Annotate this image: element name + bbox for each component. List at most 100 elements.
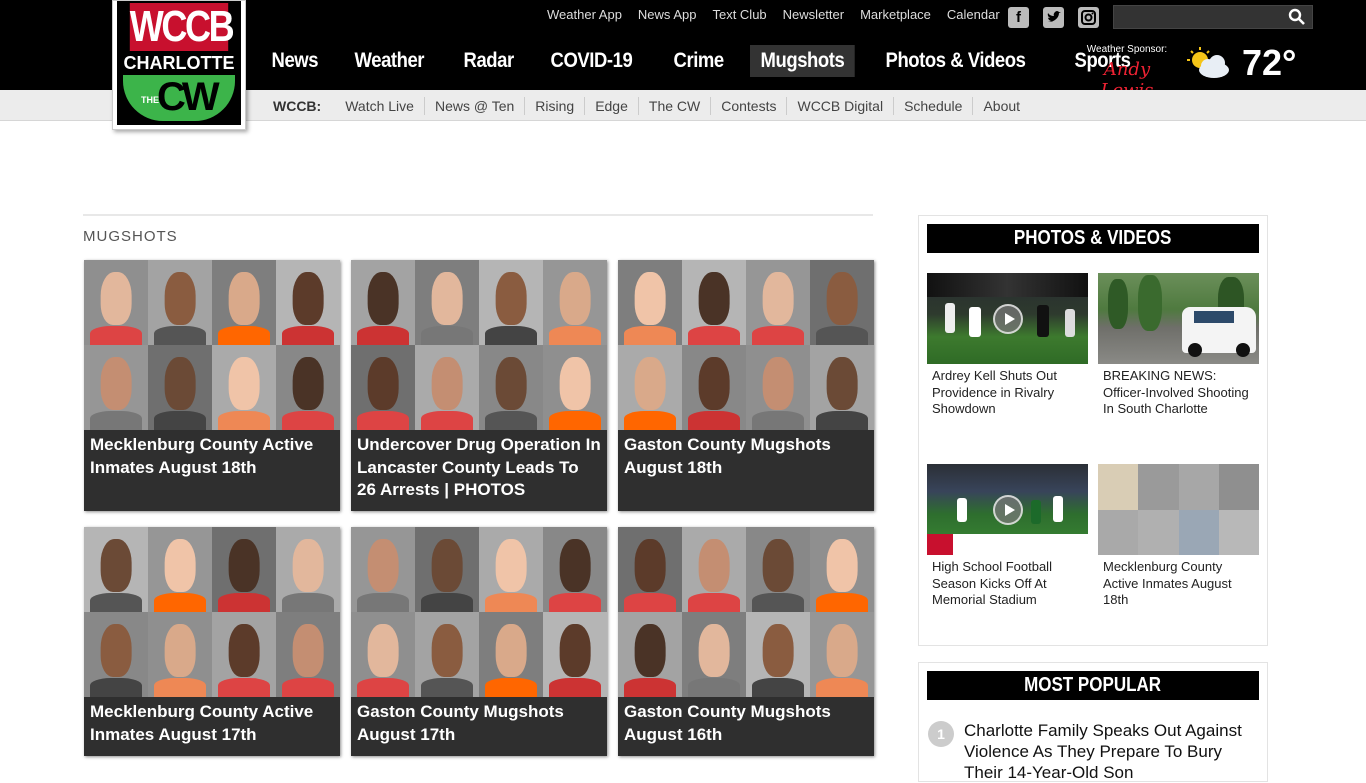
utility-link-weather-app[interactable]: Weather App — [547, 7, 622, 22]
mugshot-photo — [479, 345, 543, 430]
article-title[interactable]: Gaston County Mugshots August 18th — [624, 434, 868, 479]
subnav-about[interactable]: About — [973, 97, 1030, 115]
utility-link-news-app[interactable]: News App — [638, 7, 697, 22]
article-title[interactable]: Undercover Drug Operation In Lancaster C… — [357, 434, 601, 502]
mugshot-photo — [351, 612, 415, 697]
section-title: MUGSHOTS — [83, 228, 178, 245]
article-title[interactable]: Gaston County Mugshots August 16th — [624, 701, 868, 746]
play-icon[interactable] — [992, 303, 1023, 334]
logo-city-text: CHARLOTTE — [123, 53, 235, 73]
subnav-edge[interactable]: Edge — [585, 96, 639, 115]
nav-covid-19[interactable]: COVID-19 — [540, 45, 643, 77]
mugshot-photo — [810, 527, 874, 612]
nav-mugshots[interactable]: Mugshots — [749, 45, 855, 77]
video-caption[interactable]: Ardrey Kell Shuts Out Providence in Riva… — [927, 368, 1088, 418]
mugshot-collage — [351, 527, 607, 697]
subnav-contests[interactable]: Contests — [711, 96, 788, 115]
video-item[interactable]: High School Football Season Kicks Off At… — [927, 464, 1088, 609]
mugshot-photo — [276, 260, 340, 345]
mugshot-photo — [682, 527, 746, 612]
search-icon[interactable] — [1288, 8, 1306, 26]
section-divider — [83, 214, 873, 216]
secondary-nav-brand: WCCB: — [273, 97, 322, 114]
mugshot-photo — [148, 260, 212, 345]
instagram-icon[interactable] — [1078, 7, 1099, 28]
mugshot-collage — [618, 527, 874, 697]
twitter-icon[interactable] — [1043, 7, 1064, 28]
video-thumbnail[interactable] — [927, 273, 1088, 364]
nav-radar[interactable]: Radar — [453, 45, 524, 77]
article-card[interactable]: Mecklenburg County Active Inmates August… — [84, 260, 340, 511]
play-icon[interactable] — [992, 494, 1023, 525]
article-card[interactable]: Gaston County Mugshots August 17th — [351, 527, 607, 756]
mugshot-photo — [276, 612, 340, 697]
video-caption[interactable]: High School Football Season Kicks Off At… — [927, 559, 1088, 609]
utility-links: Weather App News App Text Club Newslette… — [547, 7, 1000, 22]
mugshot-photo — [543, 260, 607, 345]
temperature[interactable]: 72° — [1242, 42, 1296, 84]
mugshot-photo — [212, 612, 276, 697]
subnav-news-at-ten[interactable]: News @ Ten — [425, 96, 526, 115]
utility-link-newsletter[interactable]: Newsletter — [783, 7, 844, 22]
logo-wccb-text: WCCB — [129, 2, 235, 51]
mugshot-collage — [618, 260, 874, 430]
partly-cloudy-icon[interactable] — [1186, 46, 1232, 80]
utility-link-marketplace[interactable]: Marketplace — [860, 7, 931, 22]
mugshot-photo — [746, 260, 810, 345]
mugshot-photo — [415, 612, 479, 697]
rank-badge: 1 — [928, 721, 954, 747]
facebook-icon[interactable]: f — [1008, 7, 1029, 28]
article-title[interactable]: Mecklenburg County Active Inmates August… — [90, 434, 334, 479]
mugshot-photo — [148, 527, 212, 612]
mugshot-photo — [618, 260, 682, 345]
nav-weather[interactable]: Weather — [344, 45, 435, 77]
subnav-rising[interactable]: Rising — [525, 96, 586, 115]
mugshot-photo — [148, 345, 212, 430]
mugshot-photo — [351, 260, 415, 345]
mugshot-photo — [212, 527, 276, 612]
utility-link-text-club[interactable]: Text Club — [712, 7, 766, 22]
mugshot-photo — [618, 527, 682, 612]
mugshot-photo — [543, 612, 607, 697]
logo-cw-mark: THE CW — [123, 75, 235, 121]
article-card[interactable]: Gaston County Mugshots August 18th — [618, 260, 874, 511]
mugshot-photo — [810, 612, 874, 697]
subnav-schedule[interactable]: Schedule — [894, 96, 974, 115]
article-card[interactable]: Mecklenburg County Active Inmates August… — [84, 527, 340, 756]
utility-link-calendar[interactable]: Calendar — [947, 7, 1000, 22]
mugshot-photo — [351, 345, 415, 430]
logo-mark: WCCB CHARLOTTE THE CW — [117, 1, 241, 125]
nav-news[interactable]: News — [261, 45, 329, 77]
subnav-wccb-digital[interactable]: WCCB Digital — [787, 96, 895, 115]
mugshot-photo — [415, 527, 479, 612]
video-item[interactable]: BREAKING NEWS: Officer-Involved Shooting… — [1098, 273, 1259, 418]
site-logo[interactable]: WCCB CHARLOTTE THE CW — [112, 0, 246, 130]
video-thumbnail[interactable] — [1098, 273, 1259, 364]
article-card[interactable]: Gaston County Mugshots August 16th — [618, 527, 874, 756]
video-item[interactable]: Mecklenburg County Active Inmates August… — [1098, 464, 1259, 609]
video-thumbnail[interactable] — [1098, 464, 1259, 555]
search-box — [1113, 5, 1313, 29]
popular-article-title[interactable]: Charlotte Family Speaks Out Against Viol… — [964, 720, 1264, 783]
subnav-watch-live[interactable]: Watch Live — [335, 96, 425, 115]
article-title[interactable]: Gaston County Mugshots August 17th — [357, 701, 601, 746]
mugshot-collage — [84, 260, 340, 430]
mugshot-photo — [148, 612, 212, 697]
video-caption[interactable]: Mecklenburg County Active Inmates August… — [1098, 559, 1259, 609]
subnav-the-cw[interactable]: The CW — [639, 96, 712, 115]
article-card[interactable]: Undercover Drug Operation In Lancaster C… — [351, 260, 607, 511]
social-links: f — [1008, 7, 1099, 28]
mugshot-photo — [810, 260, 874, 345]
video-item[interactable]: Ardrey Kell Shuts Out Providence in Riva… — [927, 273, 1088, 418]
mugshot-photo — [746, 345, 810, 430]
search-input[interactable] — [1114, 6, 1284, 28]
article-title[interactable]: Mecklenburg County Active Inmates August… — [90, 701, 334, 746]
video-caption[interactable]: BREAKING NEWS: Officer-Involved Shooting… — [1098, 368, 1259, 418]
video-thumbnail[interactable] — [927, 464, 1088, 555]
nav-photos-videos[interactable]: Photos & Videos — [875, 45, 1036, 77]
mugshot-photo — [276, 345, 340, 430]
nav-crime[interactable]: Crime — [663, 45, 734, 77]
mugshot-photo — [543, 527, 607, 612]
mugshot-photo — [618, 612, 682, 697]
logo-cw-text: CW — [157, 75, 220, 119]
